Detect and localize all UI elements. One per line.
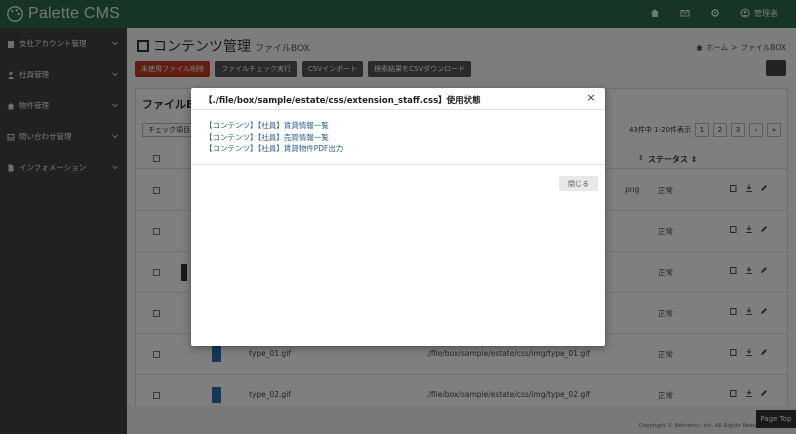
modal-divider [191,164,605,165]
usage-item[interactable]: 【コンテンツ】【社員】賃貸情報一覧 [205,120,343,132]
usage-list: 【コンテンツ】【社員】賃貸情報一覧 【コンテンツ】【社員】売買情報一覧 【コンテ… [205,120,343,155]
close-button[interactable]: 閉じる [559,176,598,191]
usage-item[interactable]: 【コンテンツ】【社員】売買情報一覧 [205,132,343,144]
usage-status-modal: 【./file/box/sample/estate/css/extension_… [191,88,605,346]
usage-item[interactable]: 【コンテンツ】【社員】賃貸物件PDF出力 [205,143,343,155]
modal-divider [191,109,605,110]
modal-title: 【./file/box/sample/estate/css/extension_… [204,96,481,106]
close-icon[interactable]: × [585,91,597,104]
